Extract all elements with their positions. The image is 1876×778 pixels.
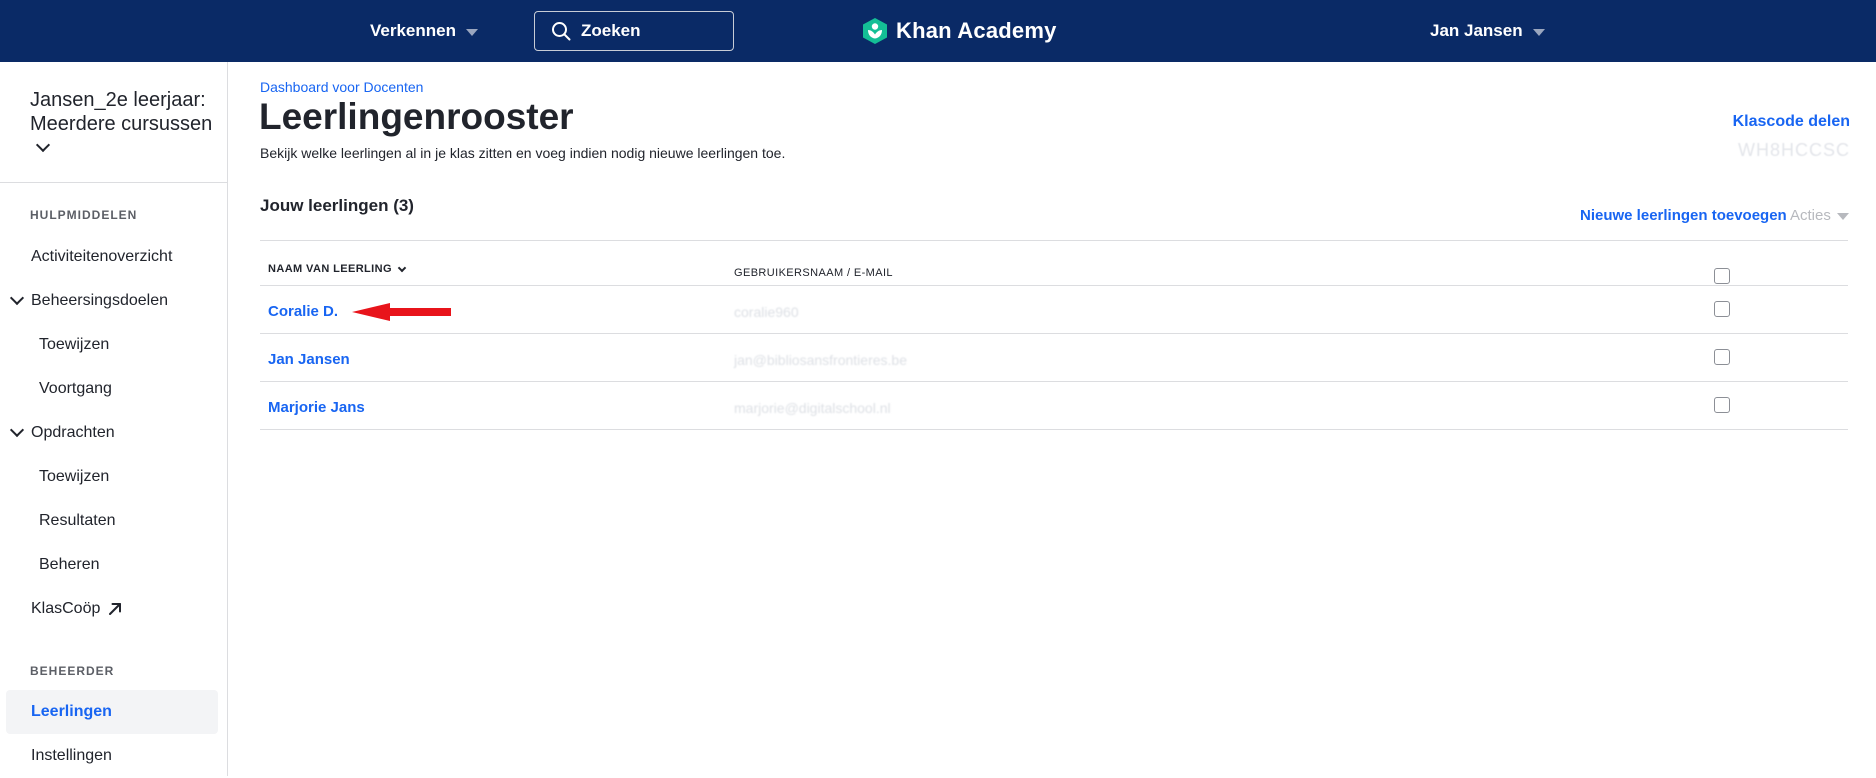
sidebar-item-label: Toewijzen	[39, 468, 110, 485]
section-heading-tools: HULPMIDDELEN	[30, 208, 138, 222]
sidebar-item-assignments-manage[interactable]: Beheren	[39, 543, 100, 587]
explore-menu[interactable]: Verkennen	[370, 0, 478, 62]
student-checkbox[interactable]	[1714, 301, 1730, 317]
page-title: Leerlingenrooster	[259, 96, 574, 137]
brand-logo[interactable]: Khan Academy	[862, 0, 1057, 62]
sidebar-item-students[interactable]: Leerlingen	[31, 690, 112, 734]
class-selector[interactable]: Jansen_2e leerjaar: Meerdere cursussen	[30, 88, 220, 160]
search-input[interactable]: Zoeken	[534, 11, 734, 51]
sidebar-item-label: Voortgang	[39, 380, 112, 397]
sidebar-item-mastery-assign[interactable]: Toewijzen	[39, 323, 109, 367]
sidebar-item-settings[interactable]: Instellingen	[31, 734, 112, 778]
red-arrow-annotation-icon	[352, 303, 451, 321]
divider	[260, 240, 1848, 241]
divider	[260, 381, 1848, 382]
sidebar-item-mastery[interactable]: Beheersingsdoelen	[31, 279, 168, 323]
column-header-username: GEBRUIKERSNAAM / E-MAIL	[734, 267, 893, 279]
student-name-link[interactable]: Jan Jansen	[268, 351, 350, 368]
section-heading-admin: BEHEERDER	[30, 664, 115, 678]
sidebar-item-assignments-assign[interactable]: Toewijzen	[39, 455, 109, 499]
caret-down-icon	[1836, 213, 1849, 220]
column-header-name[interactable]: NAAM VAN LEERLING	[268, 263, 407, 275]
class-code: WH8HCCSC	[1737, 140, 1850, 160]
divider	[260, 285, 1848, 286]
sidebar-item-label: Beheren	[39, 556, 100, 573]
class-title: Jansen_2e leerjaar: Meerdere cursussen	[30, 89, 213, 135]
sidebar-item-label: Toewijzen	[39, 336, 110, 353]
actions-label: Acties	[1790, 207, 1831, 224]
select-all-checkbox[interactable]	[1714, 268, 1730, 284]
explore-label: Verkennen	[370, 21, 456, 40]
student-username: jan@bibliosansfrontieres.be	[734, 352, 907, 368]
sidebar-item-label: Resultaten	[39, 512, 116, 529]
chevron-down-icon[interactable]	[9, 290, 25, 306]
external-link-icon	[109, 603, 122, 615]
sidebar-item-assignments-results[interactable]: Resultaten	[39, 499, 116, 543]
top-navigation: Verkennen Zoeken Khan Academy Jan Jansen	[0, 0, 1876, 62]
khan-academy-logo-icon	[863, 18, 887, 44]
column-header-label: NAAM VAN LEERLING	[268, 263, 392, 275]
breadcrumb[interactable]: Dashboard voor Docenten	[260, 79, 423, 95]
sidebar-item-klascoop[interactable]: KlasCoöp	[31, 587, 122, 631]
divider	[260, 333, 1848, 334]
students-heading: Jouw leerlingen (3)	[260, 196, 414, 215]
divider	[260, 429, 1848, 430]
sidebar: Jansen_2e leerjaar: Meerdere cursussen H…	[0, 62, 228, 776]
search-icon	[552, 22, 571, 41]
sidebar-item-activity[interactable]: Activiteitenoverzicht	[31, 235, 172, 279]
student-username: marjorie@digitalschool.nl	[734, 400, 891, 416]
sort-chevron-icon	[397, 263, 407, 272]
sidebar-item-label: Instellingen	[31, 747, 112, 764]
sidebar-item-label: Beheersingsdoelen	[31, 292, 168, 309]
share-class-code-link[interactable]: Klascode delen	[1733, 113, 1850, 131]
chevron-down-icon	[35, 137, 51, 153]
page-subtitle: Bekijk welke leerlingen al in je klas zi…	[260, 145, 786, 161]
add-students-button[interactable]: Nieuwe leerlingen toevoegen	[1580, 207, 1787, 224]
sidebar-item-mastery-progress[interactable]: Voortgang	[39, 367, 112, 411]
caret-down-icon	[466, 28, 478, 36]
sidebar-item-label: Opdrachten	[31, 424, 115, 441]
actions-dropdown: Acties	[1790, 207, 1849, 224]
sidebar-item-label: Activiteitenoverzicht	[31, 248, 173, 265]
user-menu[interactable]: Jan Jansen	[1430, 0, 1545, 62]
student-name-link[interactable]: Marjorie Jans	[268, 399, 365, 416]
sidebar-divider	[0, 182, 228, 183]
sidebar-item-label: Leerlingen	[31, 703, 112, 720]
brand-name: Khan Academy	[896, 18, 1057, 43]
student-name-link[interactable]: Coralie D.	[268, 303, 338, 320]
search-placeholder: Zoeken	[581, 21, 641, 40]
caret-down-icon	[1532, 28, 1545, 36]
chevron-down-icon[interactable]	[9, 422, 25, 438]
sidebar-item-assignments[interactable]: Opdrachten	[31, 411, 115, 455]
student-checkbox[interactable]	[1714, 349, 1730, 365]
student-username: coralie960	[734, 304, 799, 320]
student-checkbox[interactable]	[1714, 397, 1730, 413]
sidebar-item-label: KlasCoöp	[31, 600, 101, 617]
user-name: Jan Jansen	[1430, 21, 1523, 40]
